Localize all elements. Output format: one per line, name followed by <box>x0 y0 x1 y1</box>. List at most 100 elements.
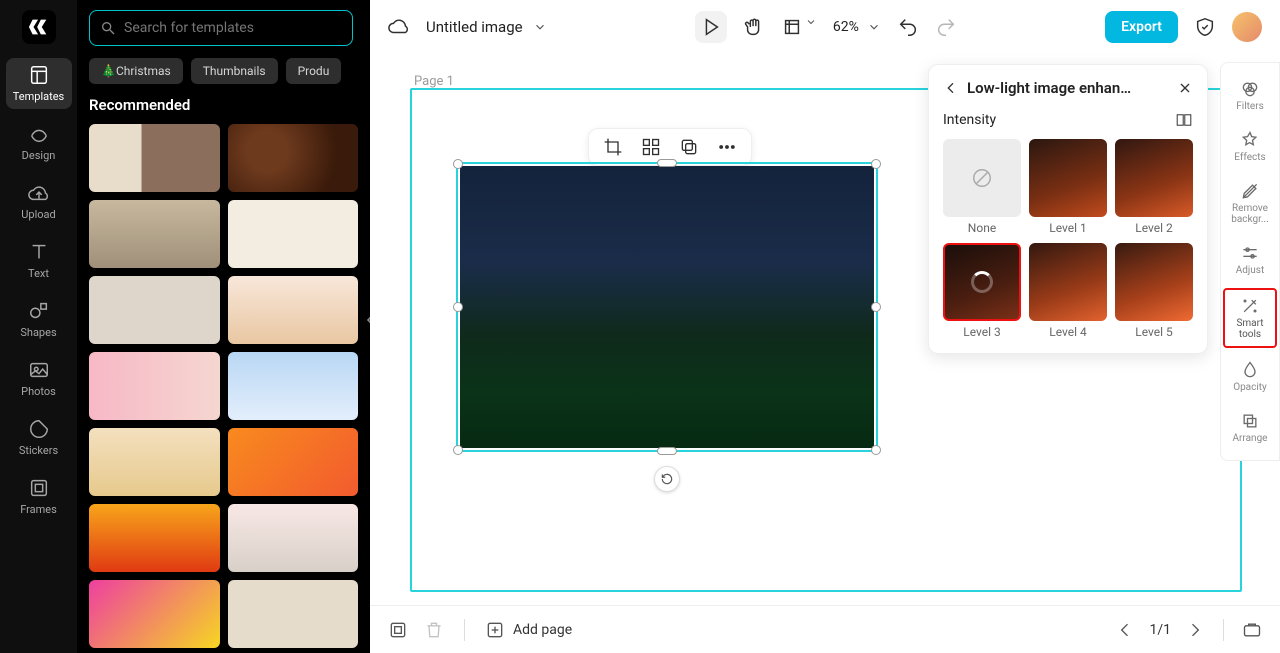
prop-arrange[interactable]: Arrange <box>1223 405 1277 450</box>
nav-label: Shapes <box>20 326 56 339</box>
redo-button[interactable] <box>935 16 957 38</box>
undo-button[interactable] <box>897 16 919 38</box>
pages-panel-button[interactable] <box>388 620 408 640</box>
document-title-dropdown[interactable]: Untitled image <box>426 18 547 36</box>
delete-page-button[interactable] <box>424 620 444 640</box>
resize-handle-mr[interactable] <box>871 302 881 312</box>
level-3-selected-loading[interactable]: Level 3 <box>943 243 1021 339</box>
resize-handle-bl[interactable] <box>453 445 463 455</box>
template-thumb[interactable] <box>89 276 220 344</box>
resize-handle-ml[interactable] <box>453 302 463 312</box>
level-1[interactable]: Level 1 <box>1029 139 1107 235</box>
chip-christmas[interactable]: 🎄Christmas <box>89 58 183 84</box>
template-thumb[interactable] <box>89 580 220 648</box>
prop-effects[interactable]: Effects <box>1223 124 1277 169</box>
prop-filters[interactable]: Filters <box>1223 73 1277 118</box>
crop-button[interactable] <box>603 137 623 157</box>
template-thumb[interactable] <box>228 200 359 268</box>
page-label: Page 1 <box>414 74 454 89</box>
nav-frames[interactable]: Frames <box>6 471 72 522</box>
popover-title: Low-light image enhan… <box>967 79 1169 97</box>
zoom-value: 62% <box>833 19 859 35</box>
back-icon[interactable] <box>943 80 959 96</box>
zoom-dropdown[interactable]: 62% <box>833 19 881 35</box>
template-thumb[interactable] <box>228 124 359 192</box>
replace-button[interactable] <box>641 137 661 157</box>
prop-adjust[interactable]: Adjust <box>1223 237 1277 282</box>
crop-tool-dropdown[interactable] <box>781 16 817 38</box>
add-page-button[interactable]: Add page <box>485 620 572 640</box>
nav-upload[interactable]: Upload <box>6 176 72 227</box>
present-button[interactable] <box>1242 620 1262 640</box>
template-thumb[interactable] <box>228 352 359 420</box>
resize-handle-tl[interactable] <box>453 159 463 169</box>
template-thumb[interactable] <box>89 504 220 572</box>
template-thumb[interactable] <box>228 580 359 648</box>
chevron-down-icon <box>533 20 547 34</box>
resize-handle-mb[interactable] <box>657 447 677 455</box>
shield-icon[interactable] <box>1194 16 1216 38</box>
prop-smart-tools[interactable]: Smart tools <box>1223 288 1277 348</box>
hand-tool-button[interactable] <box>743 16 765 38</box>
select-tool-button[interactable] <box>695 11 727 43</box>
nav-shapes[interactable]: Shapes <box>6 294 72 345</box>
template-thumb[interactable] <box>89 428 220 496</box>
template-thumb[interactable] <box>89 124 220 192</box>
level-5[interactable]: Level 5 <box>1115 243 1193 339</box>
nav-label: Stickers <box>19 444 58 457</box>
rotate-handle[interactable] <box>654 466 680 492</box>
nav-design[interactable]: Design <box>6 117 72 168</box>
prop-opacity[interactable]: Opacity <box>1223 354 1277 399</box>
nav-text[interactable]: Text <box>6 235 72 286</box>
template-grid <box>89 124 358 648</box>
template-thumb[interactable] <box>89 200 220 268</box>
chevron-down-icon <box>867 20 881 34</box>
prop-remove-bg[interactable]: Remove backgr... <box>1223 175 1277 231</box>
chip-thumbnails[interactable]: Thumbnails <box>191 58 278 84</box>
nav-stickers[interactable]: Stickers <box>6 412 72 463</box>
level-2[interactable]: Level 2 <box>1115 139 1193 235</box>
template-thumb[interactable] <box>228 504 359 572</box>
document-title: Untitled image <box>426 18 523 36</box>
user-avatar[interactable] <box>1232 12 1262 42</box>
divider <box>464 619 465 641</box>
next-page-button[interactable] <box>1185 620 1205 640</box>
right-properties-rail: Filters Effects Remove backgr... Adjust … <box>1220 62 1280 461</box>
resize-handle-br[interactable] <box>871 445 881 455</box>
nav-templates[interactable]: Templates <box>6 58 72 109</box>
close-icon[interactable] <box>1177 80 1193 96</box>
low-light-enhance-popover: Low-light image enhan… Intensity None Le… <box>928 64 1208 354</box>
export-button[interactable]: Export <box>1105 11 1178 43</box>
loading-spinner-icon <box>971 271 993 293</box>
intensity-label: Intensity <box>943 112 996 128</box>
search-input[interactable] <box>124 20 342 36</box>
tag-chips: 🎄Christmas Thumbnails Produ <box>89 58 358 84</box>
duplicate-button[interactable] <box>679 137 699 157</box>
nav-photos[interactable]: Photos <box>6 353 72 404</box>
intensity-levels: None Level 1 Level 2 Level 3 Level 4 Lev… <box>943 139 1193 339</box>
template-thumb[interactable] <box>228 276 359 344</box>
bottom-toolbar: Add page 1/1 <box>370 605 1280 653</box>
nav-label: Frames <box>20 503 57 516</box>
resize-handle-mt[interactable] <box>657 159 677 167</box>
page-navigator: 1/1 <box>1115 619 1262 641</box>
nav-label: Templates <box>13 90 64 103</box>
none-icon <box>971 167 993 189</box>
level-4[interactable]: Level 4 <box>1029 243 1107 339</box>
compare-icon[interactable] <box>1175 111 1193 129</box>
search-icon <box>100 20 116 36</box>
nav-label: Text <box>28 267 49 280</box>
cloud-sync-icon[interactable] <box>388 16 410 38</box>
app-logo[interactable] <box>22 10 56 44</box>
selection-frame <box>456 162 878 452</box>
template-search[interactable] <box>89 10 353 46</box>
left-nav-rail: Templates Design Upload Text Shapes Phot… <box>0 0 77 653</box>
prev-page-button[interactable] <box>1115 620 1135 640</box>
resize-handle-tr[interactable] <box>871 159 881 169</box>
chip-products[interactable]: Produ <box>286 58 342 84</box>
more-button[interactable] <box>717 137 737 157</box>
template-thumb[interactable] <box>228 428 359 496</box>
template-thumb[interactable] <box>89 352 220 420</box>
level-none[interactable]: None <box>943 139 1021 235</box>
page-indicator: 1/1 <box>1149 622 1171 638</box>
